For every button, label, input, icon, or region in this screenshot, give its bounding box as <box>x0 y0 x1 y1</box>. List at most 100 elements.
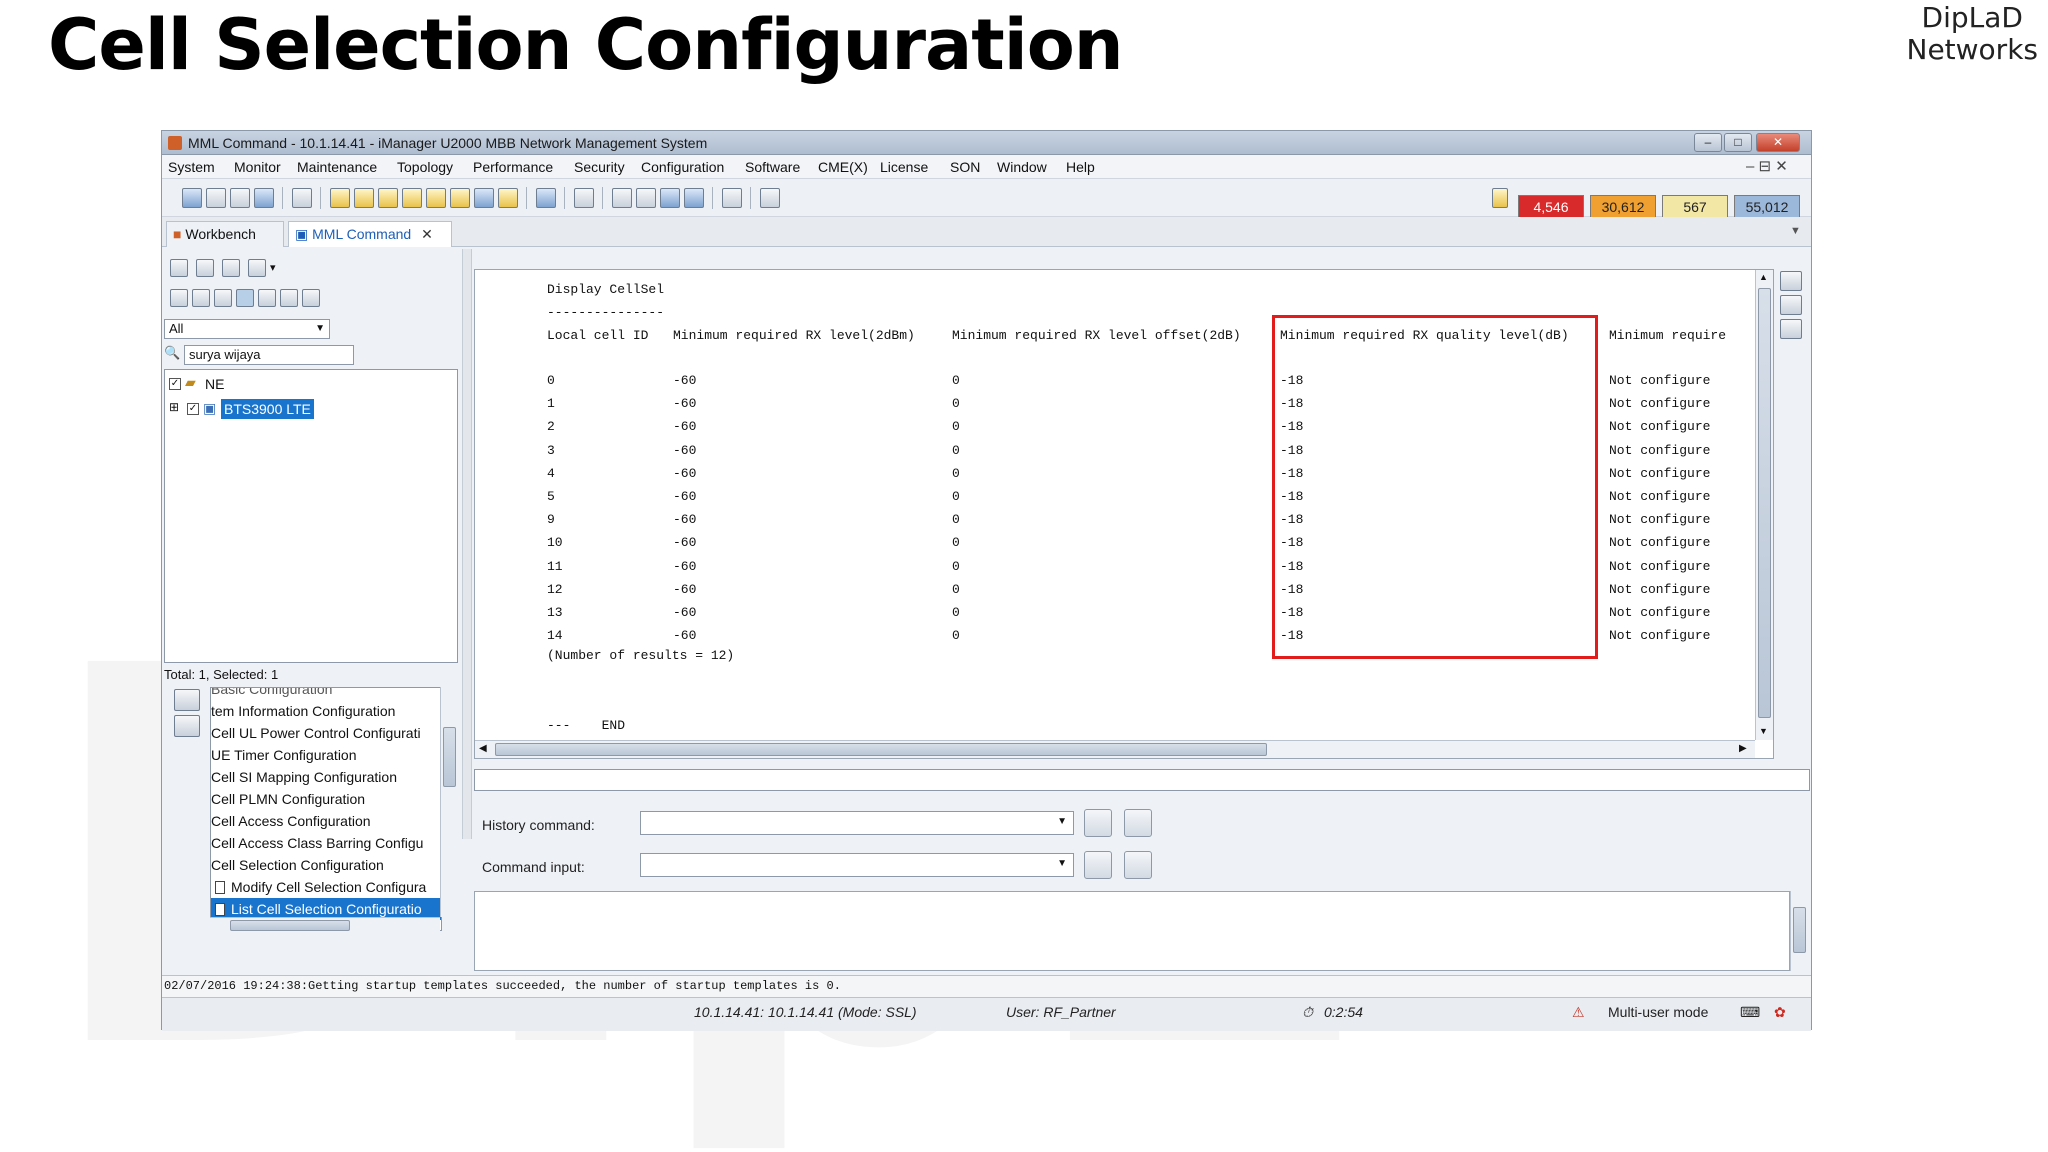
critical-alarm-count[interactable]: 4,546 <box>1518 195 1584 219</box>
mml-command-line[interactable] <box>474 769 1810 791</box>
expand-icon[interactable] <box>760 188 780 208</box>
sort-icon[interactable] <box>258 289 276 307</box>
collapse-all-icon[interactable] <box>214 289 232 307</box>
expand-all-icon[interactable] <box>192 289 210 307</box>
output-vscrollbar[interactable]: ▲ ▼ <box>1755 270 1773 740</box>
chart-icon[interactable] <box>450 188 470 208</box>
monitor-icon[interactable] <box>254 188 274 208</box>
scroll-left-icon[interactable]: ◀ <box>479 743 487 754</box>
scroll-right-icon[interactable]: ▶ <box>1739 743 1747 754</box>
mml-icon[interactable] <box>536 188 556 208</box>
command-list-hscrollbar[interactable] <box>210 917 440 933</box>
tree-node-ne[interactable]: NE <box>205 376 224 392</box>
print-output-icon[interactable] <box>1780 295 1802 315</box>
search-ne-icon[interactable] <box>206 188 226 208</box>
database-icon[interactable] <box>660 188 680 208</box>
calculator-icon[interactable] <box>574 188 594 208</box>
menu-configuration[interactable]: Configuration <box>641 159 724 175</box>
tab-list-dropdown-icon[interactable]: ▼ <box>1790 225 1801 237</box>
menu-topology[interactable]: Topology <box>397 159 453 175</box>
menu-security[interactable]: Security <box>574 159 625 175</box>
list-item[interactable]: tem Information Configuration <box>211 700 441 722</box>
list-item[interactable]: Cell PLMN Configuration <box>211 788 441 810</box>
stop-icon[interactable] <box>292 188 312 208</box>
expand-node-icon[interactable]: ⊞ <box>169 400 179 414</box>
scroll-up-icon[interactable]: ▲ <box>1759 272 1768 282</box>
output-hscrollbar[interactable]: ◀ ▶ <box>475 740 1755 758</box>
tab-workbench[interactable]: ■ Workbench <box>166 221 284 247</box>
lock-node-icon[interactable] <box>302 289 320 307</box>
list-item[interactable]: UE Timer Configuration <box>211 744 441 766</box>
scrollbar-thumb[interactable] <box>230 920 350 931</box>
menu-son[interactable]: SON <box>950 159 980 175</box>
config-icon[interactable] <box>612 188 632 208</box>
bell-icon[interactable] <box>426 188 446 208</box>
command-list-scrollbar[interactable] <box>440 687 458 917</box>
save-output-icon[interactable] <box>1780 271 1802 291</box>
document-icon[interactable] <box>330 188 350 208</box>
log-vscrollbar[interactable] <box>1790 891 1808 971</box>
topology-icon[interactable] <box>182 188 202 208</box>
refresh-icon[interactable] <box>170 289 188 307</box>
scroll-down-icon[interactable]: ▼ <box>1759 726 1768 736</box>
edit-icon[interactable] <box>222 259 240 277</box>
filter-icon[interactable] <box>248 259 266 277</box>
menu-maintenance[interactable]: Maintenance <box>297 159 377 175</box>
list-item[interactable]: Cell Access Configuration <box>211 810 441 832</box>
history-options-button[interactable] <box>1124 809 1152 837</box>
warning-alarm-count[interactable]: 55,012 <box>1734 195 1800 219</box>
license-icon[interactable] <box>722 188 742 208</box>
scrollbar-thumb[interactable] <box>443 727 456 787</box>
menu-monitor[interactable]: Monitor <box>234 159 281 175</box>
filter-dropdown-icon[interactable]: ▾ <box>270 261 276 274</box>
performance-icon[interactable] <box>474 188 494 208</box>
command-help-button[interactable] <box>1124 851 1152 879</box>
bts-checkbox[interactable]: ✓ <box>187 403 199 415</box>
list-item[interactable]: Cell SI Mapping Configuration <box>211 766 441 788</box>
history-command-select[interactable]: ▼ <box>640 811 1074 835</box>
ne-root-checkbox[interactable]: ✓ <box>169 378 181 390</box>
command-history-icon[interactable] <box>174 715 200 737</box>
clear-output-icon[interactable] <box>1780 319 1802 339</box>
list-item[interactable]: Cell Selection Configuration <box>211 854 441 876</box>
minor-alarm-count[interactable]: 567 <box>1662 195 1728 219</box>
lock-icon[interactable] <box>230 188 250 208</box>
ne-search-input[interactable]: surya wijaya <box>184 345 354 365</box>
list-item[interactable]: Cell Access Class Barring Configu <box>211 832 441 854</box>
insert-history-button[interactable] <box>1084 809 1112 837</box>
tab-mml-command[interactable]: ▣ MML Command ✕ <box>288 221 452 247</box>
mdi-controls[interactable]: – ⊟ ✕ <box>1746 157 1788 175</box>
menu-help[interactable]: Help <box>1066 159 1095 175</box>
execute-command-button[interactable] <box>1084 851 1112 879</box>
ne-filter-select[interactable]: All ▼ <box>164 319 330 339</box>
tree-node-bts3900[interactable]: BTS3900 LTE <box>221 399 314 419</box>
menu-window[interactable]: Window <box>997 159 1047 175</box>
menu-performance[interactable]: Performance <box>473 159 553 175</box>
sound-icon[interactable] <box>498 188 518 208</box>
alarm-status-icon[interactable]: ⚠ <box>1572 1004 1585 1021</box>
command-input-select[interactable]: ▼ <box>640 853 1074 877</box>
list-item-modify-cellsel[interactable]: Modify Cell Selection Configura <box>211 876 441 898</box>
menu-license[interactable]: License <box>880 159 928 175</box>
list-item[interactable]: Cell UL Power Control Configurati <box>211 722 441 744</box>
menu-software[interactable]: Software <box>745 159 800 175</box>
tools-icon[interactable] <box>402 188 422 208</box>
scrollbar-thumb[interactable] <box>495 743 1267 756</box>
close-tab-icon[interactable]: ✕ <box>421 226 433 242</box>
view-icon[interactable] <box>170 259 188 277</box>
keyboard-icon[interactable]: ⌨ <box>1740 1004 1760 1021</box>
export-icon[interactable] <box>280 289 298 307</box>
menu-cme[interactable]: CME(X) <box>818 159 868 175</box>
list-item[interactable]: Basic Configuration <box>211 688 441 700</box>
close-window-button[interactable]: ✕ <box>1756 133 1800 152</box>
menu-system[interactable]: System <box>168 159 215 175</box>
network-icon[interactable] <box>636 188 656 208</box>
maximize-button[interactable]: □ <box>1724 133 1752 152</box>
find-icon[interactable] <box>378 188 398 208</box>
server-icon[interactable] <box>684 188 704 208</box>
scrollbar-thumb[interactable] <box>1793 907 1806 953</box>
pane-splitter[interactable] <box>462 249 472 839</box>
scrollbar-thumb[interactable] <box>1758 288 1771 718</box>
major-alarm-count[interactable]: 30,612 <box>1590 195 1656 219</box>
report-icon[interactable] <box>354 188 374 208</box>
